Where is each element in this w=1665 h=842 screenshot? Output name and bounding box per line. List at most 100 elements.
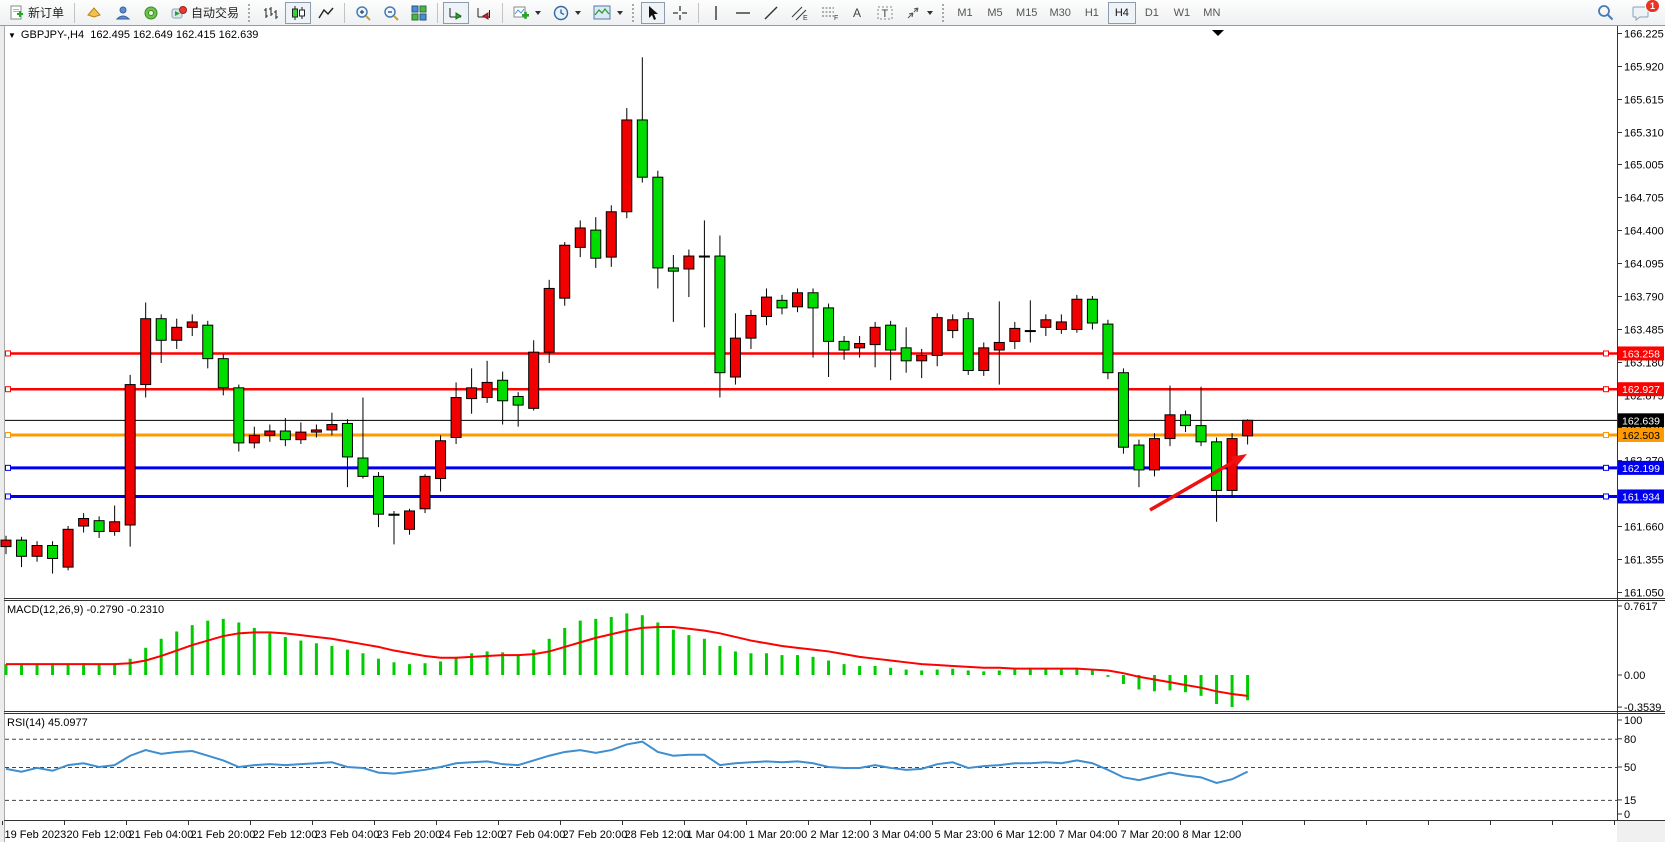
candle bbox=[761, 297, 771, 316]
level-handle bbox=[6, 465, 11, 470]
tile-windows-button[interactable] bbox=[406, 2, 432, 24]
candle bbox=[1243, 420, 1253, 436]
time-tick-label: 1 Mar 20:00 bbox=[749, 829, 808, 841]
chart-svg[interactable]: 166.225165.920165.615165.310165.005164.7… bbox=[0, 26, 1665, 842]
profile-button[interactable] bbox=[110, 2, 136, 24]
search-button[interactable] bbox=[1592, 2, 1619, 24]
level-handle bbox=[6, 433, 11, 438]
timeframe-m1-button[interactable]: M1 bbox=[951, 2, 979, 24]
candle bbox=[125, 385, 135, 525]
timeframe-mn-button[interactable]: MN bbox=[1198, 2, 1226, 24]
candle bbox=[342, 423, 352, 456]
candle bbox=[311, 430, 321, 432]
text-label-icon: T bbox=[877, 5, 893, 21]
horizontal-levels[interactable] bbox=[5, 351, 1617, 499]
timeframe-d1-button[interactable]: D1 bbox=[1138, 2, 1166, 24]
candle bbox=[358, 458, 368, 476]
candle bbox=[591, 230, 601, 258]
templates-button[interactable] bbox=[588, 2, 628, 24]
timeframe-m5-button[interactable]: M5 bbox=[981, 2, 1009, 24]
vertical-line-button[interactable] bbox=[704, 2, 728, 24]
timeframe-h4-button[interactable]: H4 bbox=[1108, 2, 1136, 24]
time-tick-label: 27 Feb 04:00 bbox=[501, 829, 566, 841]
level-handle bbox=[1604, 465, 1609, 470]
autotrading-button[interactable]: 自动交易 bbox=[166, 2, 244, 24]
candle bbox=[653, 177, 663, 268]
market-button[interactable] bbox=[80, 2, 108, 24]
candle bbox=[1118, 373, 1128, 448]
auto-scroll-button[interactable] bbox=[443, 2, 469, 24]
application-window: 新订单 自动交易 bbox=[0, 0, 1665, 842]
candle bbox=[327, 425, 337, 430]
price-tick-label: 163.485 bbox=[1624, 325, 1664, 337]
line-chart-button[interactable] bbox=[313, 2, 339, 24]
time-tick-label: 7 Mar 04:00 bbox=[1059, 829, 1118, 841]
price-tick-label: 165.005 bbox=[1624, 160, 1664, 172]
candle bbox=[420, 476, 430, 508]
rsi-scale-label: 0 bbox=[1624, 809, 1630, 821]
chevron-down-icon bbox=[535, 11, 541, 15]
rsi-scale-label: 100 bbox=[1624, 715, 1642, 727]
toolbar-separator bbox=[502, 3, 503, 23]
signals-button[interactable] bbox=[138, 2, 164, 24]
time-tick-label: 21 Feb 20:00 bbox=[191, 829, 256, 841]
bar-chart-button[interactable] bbox=[257, 2, 283, 24]
arrows-button[interactable] bbox=[900, 2, 938, 24]
svg-text:A: A bbox=[853, 6, 861, 20]
channel-button[interactable]: E bbox=[786, 2, 814, 24]
rsi-scale-label: 80 bbox=[1624, 734, 1636, 746]
crosshair-button[interactable] bbox=[667, 2, 693, 24]
timeframe-h1-button[interactable]: H1 bbox=[1078, 2, 1106, 24]
trendline-button[interactable] bbox=[758, 2, 784, 24]
horizontal-line-button[interactable] bbox=[730, 2, 756, 24]
toolbar: 新订单 自动交易 bbox=[0, 0, 1665, 26]
level-handle bbox=[1604, 387, 1609, 392]
candle bbox=[110, 522, 120, 532]
time-tick-label: 8 Mar 12:00 bbox=[1183, 829, 1242, 841]
cursor-button[interactable] bbox=[641, 2, 665, 24]
candle bbox=[187, 322, 197, 327]
chart-shift-button[interactable] bbox=[471, 2, 497, 24]
svg-text:F: F bbox=[834, 15, 838, 21]
candle bbox=[560, 245, 570, 298]
toolbar-separator bbox=[698, 3, 699, 23]
candle bbox=[203, 325, 213, 358]
market-icon bbox=[85, 5, 103, 20]
search-icon bbox=[1597, 4, 1614, 21]
zoom-out-button[interactable] bbox=[378, 2, 404, 24]
time-tick-label: 22 Feb 12:00 bbox=[253, 829, 318, 841]
rsi-line bbox=[6, 742, 1248, 783]
price-tick-label: 163.790 bbox=[1624, 292, 1664, 304]
periods-icon bbox=[553, 5, 569, 21]
candle bbox=[901, 348, 911, 361]
timeframe-m15-button[interactable]: M15 bbox=[1011, 2, 1042, 24]
periods-button[interactable] bbox=[548, 2, 586, 24]
time-tick-label: 24 Feb 12:00 bbox=[439, 829, 504, 841]
chart-collapse-arrow[interactable] bbox=[1212, 30, 1224, 36]
time-tick-label: 6 Mar 12:00 bbox=[997, 829, 1056, 841]
text-label-button[interactable]: T bbox=[872, 2, 898, 24]
timeframe-w1-button[interactable]: W1 bbox=[1168, 2, 1196, 24]
candlestick-button[interactable] bbox=[285, 2, 311, 24]
chart-shift-icon bbox=[476, 5, 492, 21]
horizontal-line-icon bbox=[735, 8, 751, 18]
time-tick-label: 20 Feb 12:00 bbox=[67, 829, 132, 841]
new-order-button[interactable]: 新订单 bbox=[4, 2, 69, 24]
candle bbox=[1041, 320, 1051, 328]
svg-text:T: T bbox=[882, 8, 889, 20]
indicators-button[interactable] bbox=[508, 2, 546, 24]
signals-icon bbox=[143, 5, 159, 20]
candle bbox=[156, 319, 166, 341]
text-button[interactable]: A bbox=[846, 2, 870, 24]
zoom-in-button[interactable] bbox=[350, 2, 376, 24]
timeframe-m30-button[interactable]: M30 bbox=[1044, 2, 1075, 24]
fibonacci-button[interactable]: F bbox=[816, 2, 844, 24]
candle bbox=[529, 352, 539, 408]
line-chart-icon bbox=[318, 5, 334, 21]
candle bbox=[405, 511, 415, 529]
chat-button[interactable]: 1 bbox=[1627, 2, 1655, 24]
time-tick-label: 3 Mar 04:00 bbox=[873, 829, 932, 841]
candle bbox=[668, 268, 678, 271]
candle bbox=[1087, 299, 1097, 323]
time-axis[interactable]: 19 Feb 202320 Feb 12:0021 Feb 04:0021 Fe… bbox=[3, 821, 1615, 841]
